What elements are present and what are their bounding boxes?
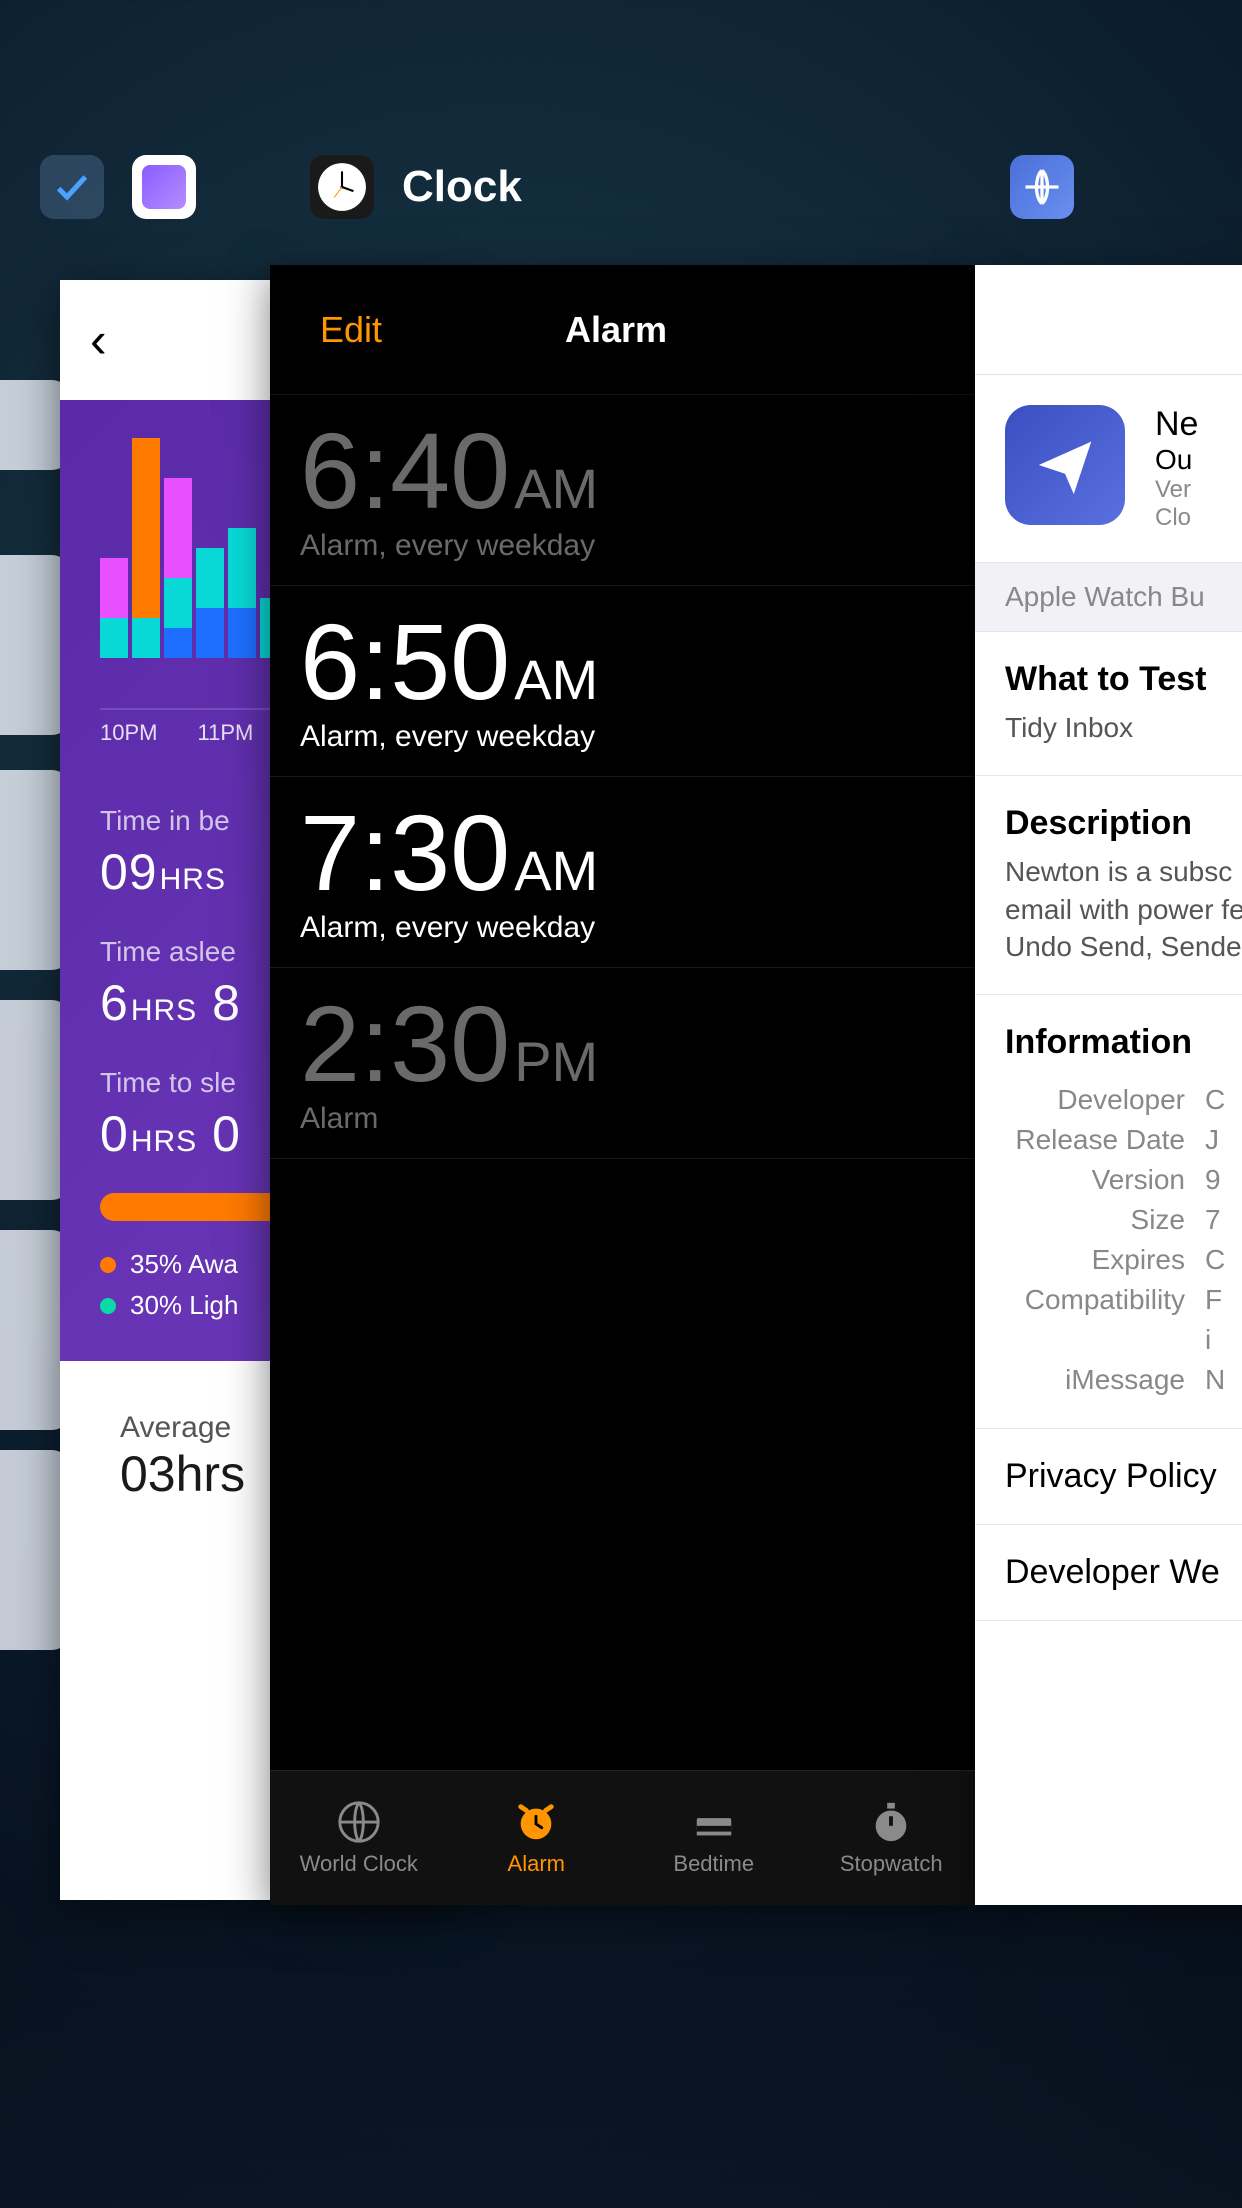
pillow-app-icon[interactable] [132, 155, 196, 219]
alarm-list: 6:40AM Alarm, every weekday 6:50AM Alarm, e… [270, 395, 980, 1159]
tf-developer-website-link[interactable]: Developer We [975, 1525, 1242, 1621]
tf-app-status: Clo [1155, 504, 1198, 532]
bed-icon [691, 1799, 737, 1845]
tf-app-version: Ver [1155, 476, 1198, 504]
tf-info-row: ExpiresC [1005, 1240, 1242, 1280]
alarm-description: Alarm [300, 1102, 950, 1136]
alarm-time: 6:40AM [300, 417, 950, 525]
alarm-time: 7:30AM [300, 799, 950, 907]
alarm-row[interactable]: 6:40AM Alarm, every weekday [270, 395, 980, 586]
page-title: Alarm [302, 309, 930, 351]
tf-info-row: Release DateJ [1005, 1120, 1242, 1160]
switcher-title-clock: Clock [402, 162, 522, 212]
testflight-nav [975, 265, 1242, 375]
tf-app-subtitle: Ou [1155, 444, 1198, 476]
dock-blur [0, 1908, 1242, 2208]
tf-description: Description Newton is a subsc email with… [975, 776, 1242, 995]
alarm-description: Alarm, every weekday [300, 529, 950, 563]
tf-app-header: Ne Ou Ver Clo [975, 375, 1242, 562]
alarm-clock-icon [513, 1799, 559, 1845]
testflight-app-icon[interactable] [1010, 155, 1074, 219]
card-testflight[interactable]: Ne Ou Ver Clo Apple Watch Bu What to Tes… [975, 265, 1242, 1905]
card-clock[interactable]: Edit Alarm 6:40AMAlarm, every weekday6:5… [270, 265, 980, 1905]
tf-what-to-test: What to Test Tidy Inbox [975, 632, 1242, 776]
globe-icon [336, 1799, 382, 1845]
alarm-time: 2:30PM [300, 990, 950, 1098]
tf-info-row: iMessageN [1005, 1360, 1242, 1400]
tf-info-row: DeveloperC [1005, 1080, 1242, 1120]
alarm-row[interactable]: 6:50AM Alarm, every weekday [270, 586, 980, 777]
alarm-time: 6:50AM [300, 608, 950, 716]
stopwatch-icon [868, 1799, 914, 1845]
clock-nav-bar: Edit Alarm [270, 265, 980, 395]
clock-app-icon[interactable] [310, 155, 374, 219]
tab-alarm[interactable]: Alarm [448, 1771, 626, 1905]
alarm-description: Alarm, every weekday [300, 911, 950, 945]
tab-world-clock[interactable]: World Clock [270, 1771, 448, 1905]
tf-info-row: Version9 [1005, 1160, 1242, 1200]
tab-stopwatch[interactable]: Stopwatch [803, 1771, 981, 1905]
alarm-description: Alarm, every weekday [300, 720, 950, 754]
tf-information: Information DeveloperCRelease DateJVersi… [975, 995, 1242, 1429]
newton-app-icon[interactable] [1005, 405, 1125, 525]
tf-app-name: Ne [1155, 405, 1198, 444]
tf-info-row: CompatibilityF [1005, 1280, 1242, 1320]
tab-bedtime[interactable]: Bedtime [625, 1771, 803, 1905]
tf-privacy-policy-link[interactable]: Privacy Policy [975, 1429, 1242, 1525]
clock-tab-bar: World Clock Alarm Bedtime Stopwatch [270, 1770, 980, 1905]
tf-info-row: i [1005, 1320, 1242, 1360]
tf-watch-build-row[interactable]: Apple Watch Bu [975, 562, 1242, 632]
tf-info-row: Size7 [1005, 1200, 1242, 1240]
back-chevron-icon[interactable]: ‹ [90, 311, 107, 369]
alarm-row[interactable]: 2:30PM Alarm [270, 968, 980, 1159]
things-app-icon[interactable] [40, 155, 104, 219]
alarm-row[interactable]: 7:30AM Alarm, every weekday [270, 777, 980, 968]
switcher-header: Clock [0, 155, 1242, 255]
